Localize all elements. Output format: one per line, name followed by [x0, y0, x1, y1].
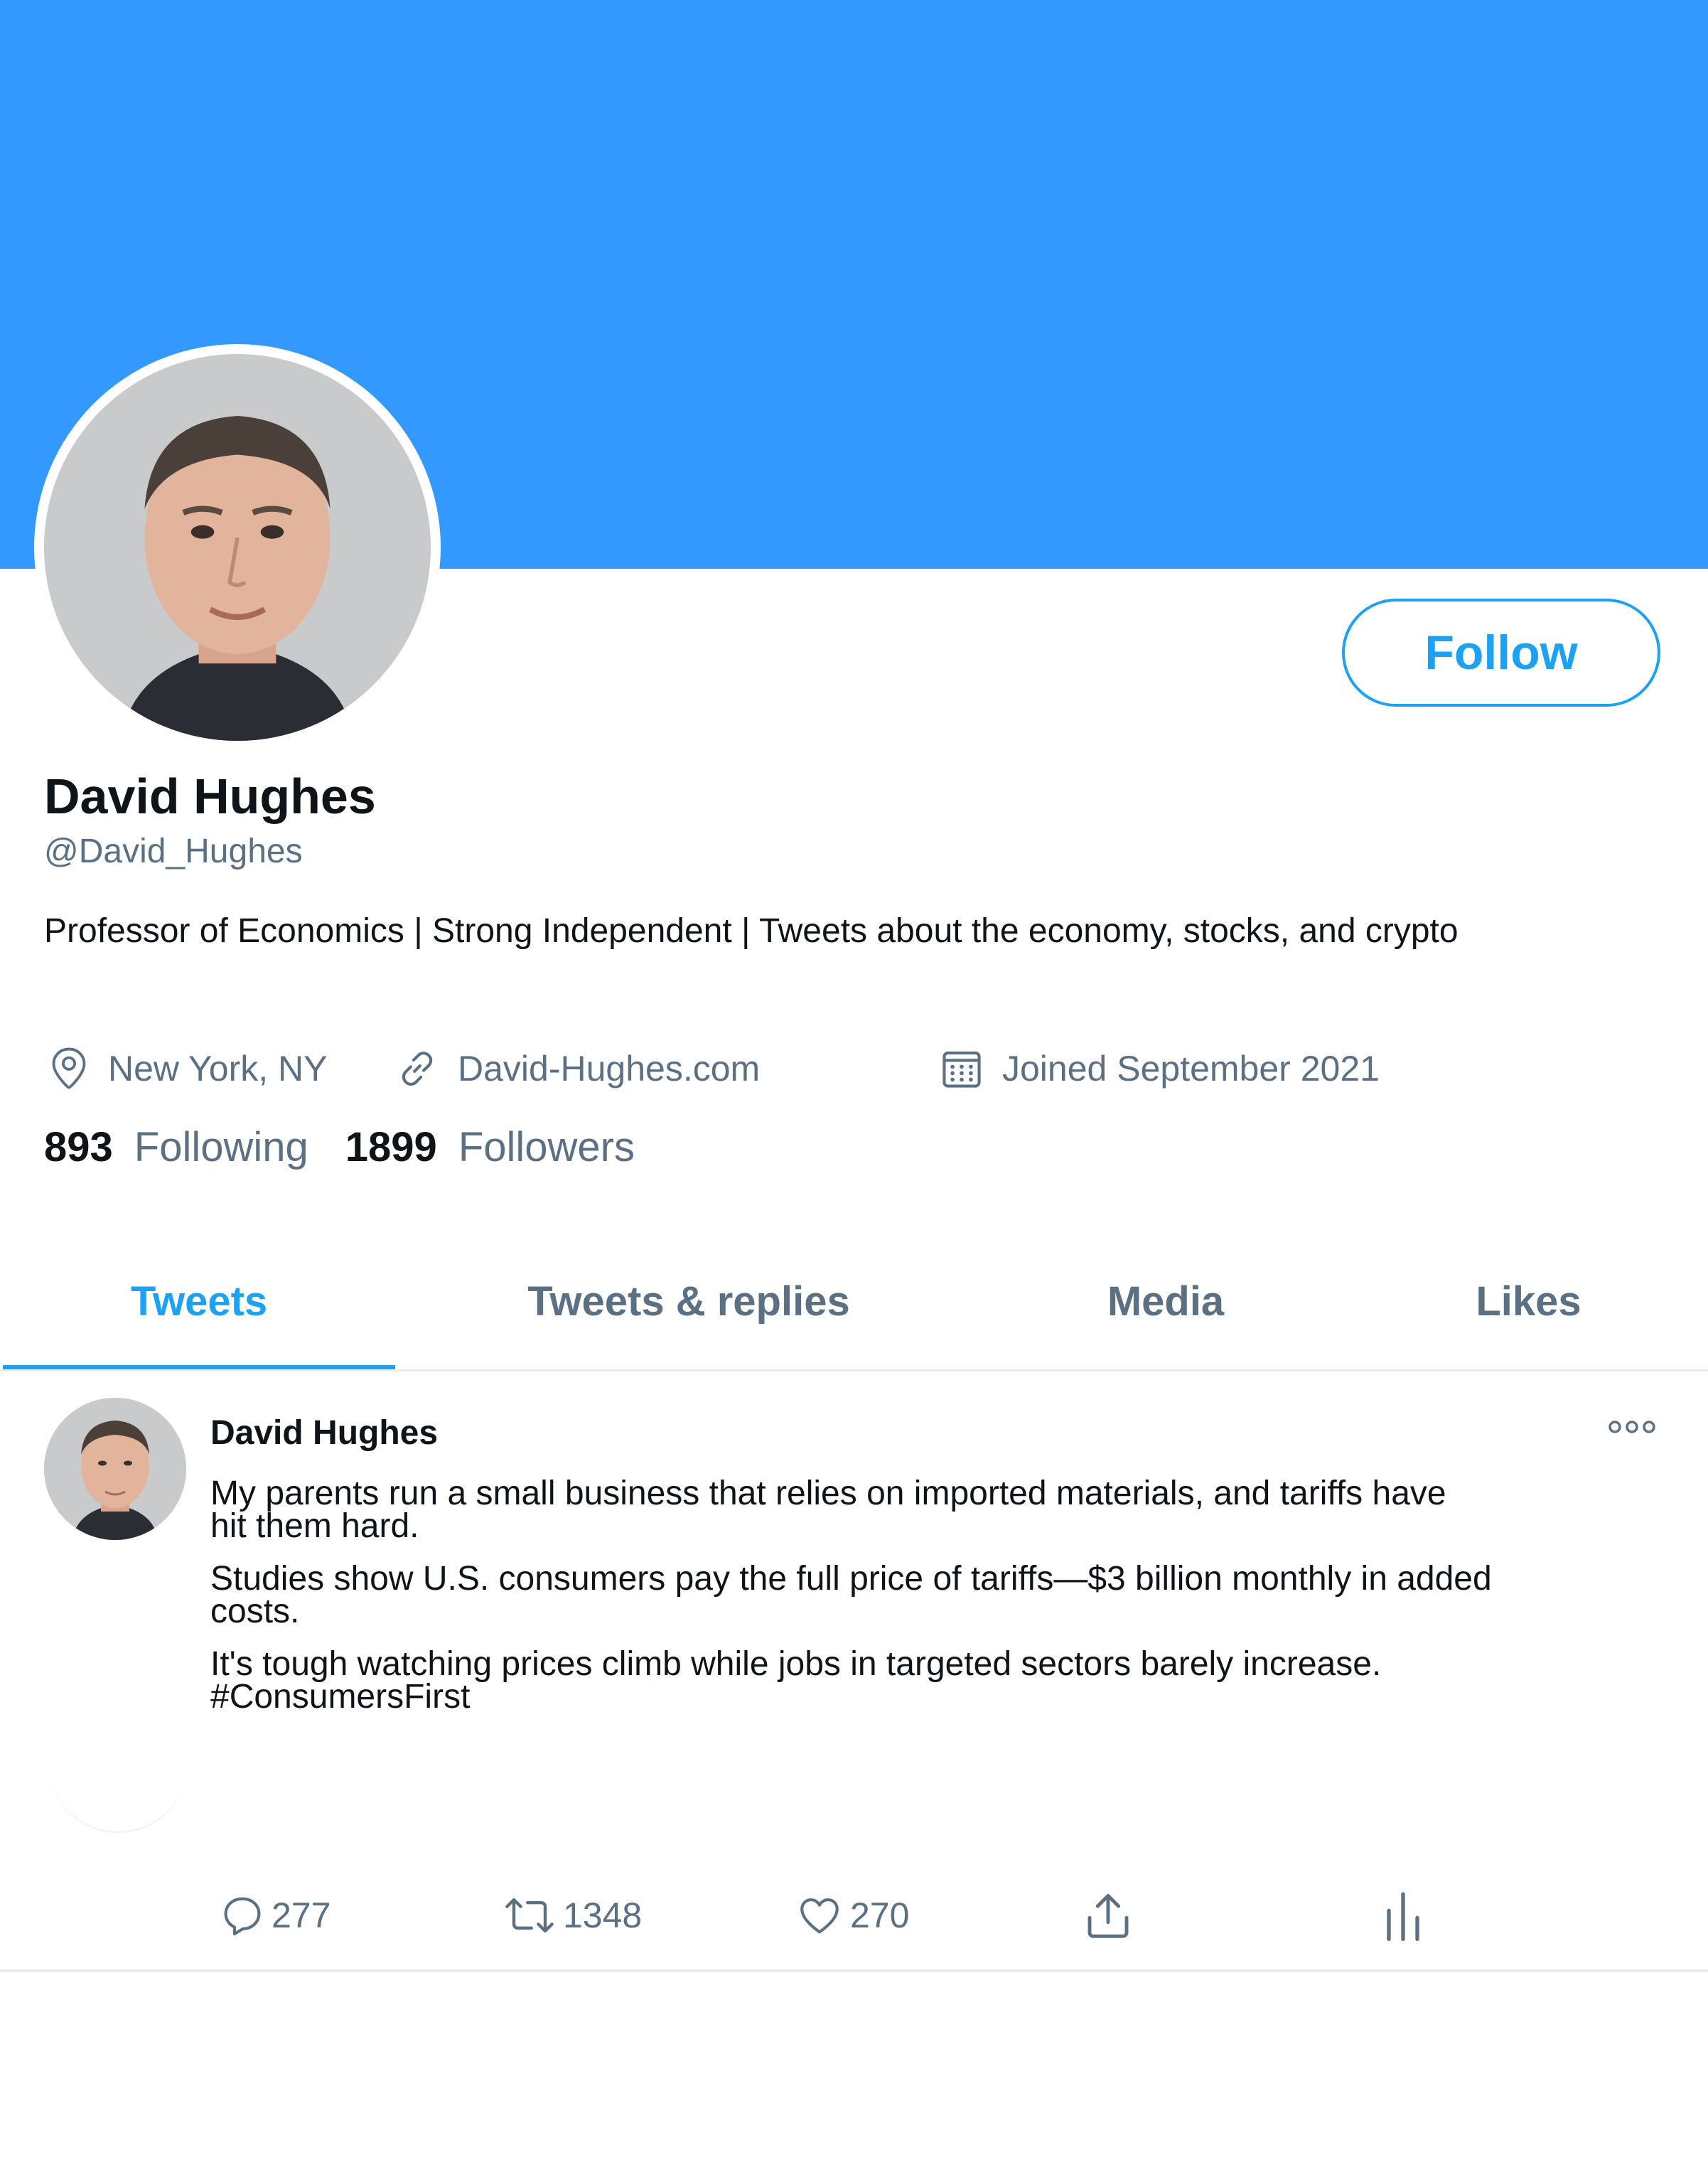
tweet-text-line: #ConsumersFirst: [210, 1678, 471, 1716]
tweet-text-line: Studies show U.S. consumers pay the full…: [210, 1560, 1492, 1598]
following-label[interactable]: Following: [134, 1123, 308, 1171]
tweet-author-name[interactable]: David Hughes: [210, 1413, 438, 1453]
tweet-text-line: costs.: [210, 1593, 300, 1630]
retweet-button[interactable]: 1348: [502, 1887, 642, 1944]
link-icon: [402, 1052, 433, 1086]
tweet-text-line: hit them hard.: [210, 1507, 419, 1545]
reply-icon: [224, 1897, 261, 1936]
share-button[interactable]: [1080, 1887, 1136, 1944]
profile-bio: Professor of Economics | Strong Independ…: [44, 912, 1459, 950]
tab-media[interactable]: Media: [982, 1237, 1349, 1365]
follow-button[interactable]: Follow: [1342, 599, 1660, 707]
tab-tweets[interactable]: Tweets: [3, 1237, 395, 1365]
profile-joined-date: Joined September 2021: [940, 1044, 1380, 1093]
like-count: 270: [850, 1895, 910, 1935]
retweet-icon: [505, 1898, 554, 1933]
tab-tweets-and-replies[interactable]: Tweets & replies: [395, 1237, 982, 1365]
more-options-icon[interactable]: [1606, 1416, 1658, 1438]
tweet-paragraph: Studies show U.S. consumers pay the full…: [210, 1560, 1604, 1630]
retweet-count: 1348: [563, 1895, 643, 1935]
like-button[interactable]: 270: [795, 1887, 909, 1944]
followers-count[interactable]: 1899: [345, 1123, 437, 1171]
follow-stats: 893 Following 1899 Followers: [44, 1123, 672, 1171]
avatar-photo: [44, 354, 431, 741]
tweet-paragraph: My parents run a small business that rel…: [210, 1475, 1604, 1545]
tweet-text-line: It's tough watching prices climb while j…: [210, 1645, 1382, 1683]
avatar-placeholder: [48, 1692, 188, 1833]
tweet-divider: [0, 1969, 1708, 1972]
user-handle: @David_Hughes: [44, 833, 303, 870]
location-text: New York, NY: [108, 1049, 328, 1088]
profile-avatar[interactable]: [34, 344, 441, 751]
tabs-divider: [0, 1369, 1708, 1371]
tweet-text-line: My parents run a small business that rel…: [210, 1475, 1446, 1512]
tweet-author-avatar[interactable]: [44, 1398, 186, 1540]
tweet-paragraph: It's tough watching prices climb while j…: [210, 1645, 1604, 1716]
profile-tabs: Tweets Tweets & replies Media Likes: [0, 1237, 1708, 1371]
profile-website[interactable]: David-Hughes.com: [395, 1044, 760, 1093]
tab-likes[interactable]: Likes: [1349, 1237, 1708, 1365]
profile-location: New York, NY: [48, 1044, 327, 1093]
reply-button[interactable]: 277: [219, 1887, 331, 1944]
display-name: David Hughes: [44, 769, 376, 824]
reply-count: 277: [272, 1895, 331, 1935]
analytics-icon: [1387, 1892, 1419, 1941]
following-count[interactable]: 893: [44, 1123, 113, 1171]
location-pin-icon: [52, 1047, 86, 1089]
share-icon: [1087, 1893, 1129, 1938]
website-link[interactable]: David-Hughes.com: [458, 1048, 760, 1089]
like-icon: [800, 1898, 839, 1934]
followers-label[interactable]: Followers: [458, 1123, 635, 1171]
analytics-button[interactable]: [1382, 1887, 1424, 1944]
joined-text: Joined September 2021: [1002, 1049, 1380, 1088]
calendar-icon: [942, 1051, 981, 1088]
